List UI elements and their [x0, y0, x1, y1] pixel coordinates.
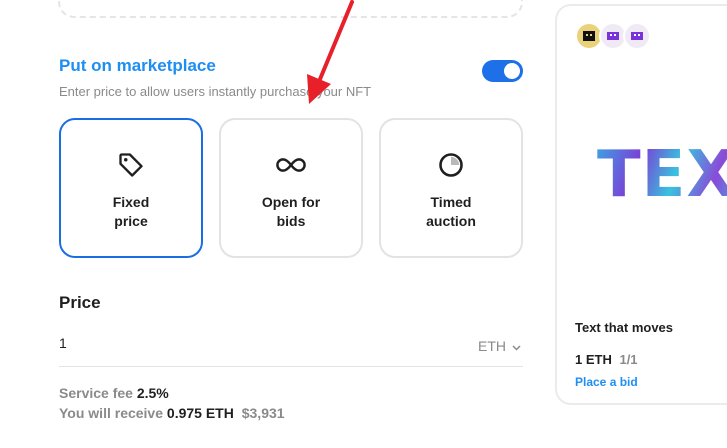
nft-quantity: 1/1: [619, 352, 638, 367]
upload-dropzone-bottom: [58, 0, 523, 18]
currency-label: ETH: [478, 338, 506, 354]
nft-artwork: TEX: [597, 138, 727, 212]
creator-avatars: [575, 22, 651, 50]
option-label: Open for bids: [261, 194, 321, 229]
price-input[interactable]: [59, 334, 459, 352]
timer-icon: [436, 150, 466, 180]
nft-preview-card[interactable]: TEX Text that moves 1 ETH 1/1 Place a bi…: [555, 4, 727, 405]
chevron-down-icon: [512, 338, 521, 354]
service-fee-label: Service fee: [59, 385, 133, 401]
place-bid-link[interactable]: Place a bid: [575, 375, 638, 389]
marketplace-subtitle: Enter price to allow users instantly pur…: [59, 84, 372, 99]
receive-usd: $3,931: [241, 405, 285, 421]
tag-icon: [116, 150, 146, 180]
nft-price: 1 ETH 1/1: [575, 352, 638, 367]
nft-price-value: 1 ETH: [575, 352, 612, 367]
marketplace-toggle[interactable]: [482, 60, 523, 82]
receive-label: You will receive: [59, 405, 164, 421]
marketplace-title: Put on marketplace: [59, 56, 216, 75]
option-open-for-bids[interactable]: Open for bids: [219, 118, 363, 258]
receive-eth: 0.975 ETH: [166, 405, 234, 421]
option-label: Timed auction: [426, 194, 476, 229]
option-fixed-price[interactable]: Fixed price: [59, 118, 203, 258]
option-timed-auction[interactable]: Timed auction: [379, 118, 523, 258]
service-fee: Service fee 2.5%: [59, 385, 169, 401]
receive-amount: You will receive 0.975 ETH $3,931: [59, 405, 285, 421]
avatar[interactable]: [623, 22, 651, 50]
infinity-icon: [276, 150, 306, 180]
nft-name: Text that moves: [575, 320, 674, 335]
toggle-knob: [504, 63, 520, 79]
option-label: Fixed price: [112, 194, 150, 229]
price-divider: [59, 366, 523, 367]
service-fee-value: 2.5%: [136, 385, 169, 401]
currency-select[interactable]: ETH: [478, 338, 521, 354]
price-label: Price: [59, 293, 101, 312]
